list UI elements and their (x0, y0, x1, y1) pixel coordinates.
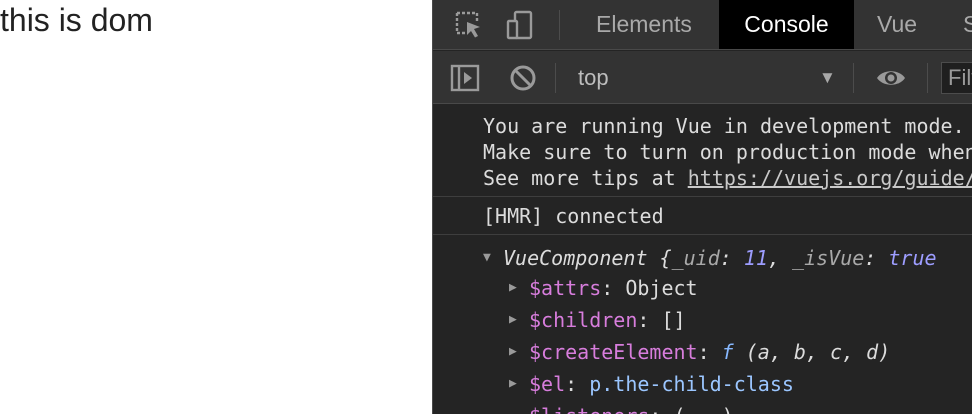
clear-console-icon[interactable] (507, 62, 539, 94)
inspect-element-icon[interactable] (453, 9, 485, 41)
filter-input[interactable] (941, 62, 972, 94)
property-value: (a, b, c, d) (745, 340, 891, 364)
triangle-right-icon[interactable]: ▶ (509, 369, 529, 399)
tab-elements[interactable]: Elements (596, 0, 692, 49)
execution-context-select[interactable]: top (578, 65, 609, 91)
triangle-right-icon[interactable]: ▶ (509, 305, 529, 335)
object-property-row[interactable]: ▶ $attrs: Object (509, 273, 698, 303)
toolbar-divider (555, 63, 556, 93)
object-property-row[interactable]: ▶ $el: p.the-child-class (509, 369, 794, 399)
object-key: _uid (671, 246, 720, 270)
tab-console[interactable]: Console (719, 0, 854, 49)
property-key: $createElement (529, 340, 698, 364)
property-key: $children (529, 308, 638, 332)
page-text: this is dom (0, 2, 153, 38)
property-value: p.the-child-class (589, 372, 794, 396)
object-value: true (888, 246, 937, 270)
property-value: Object (625, 276, 698, 300)
tab-bar-divider (559, 10, 560, 40)
triangle-right-icon[interactable]: ▶ (509, 337, 529, 367)
toolbar-divider (927, 63, 928, 93)
property-value: [] (661, 308, 686, 332)
function-marker: f (721, 340, 734, 364)
console-text: Make sure to turn on production mode whe… (483, 140, 972, 164)
console-text-prefix: See more tips at (483, 166, 688, 190)
object-key: _isVue (792, 246, 865, 270)
console-toolbar: top ▼ (433, 51, 972, 104)
property-key: $el (529, 372, 566, 396)
property-value[interactable]: (...) (674, 404, 734, 414)
console-text: [HMR] connected (483, 204, 664, 228)
show-sidebar-icon[interactable] (449, 62, 481, 94)
toolbar-divider (853, 63, 854, 93)
vue-docs-link[interactable]: https://vuejs.org/guide/deployment.html (688, 166, 972, 190)
property-key: $attrs (529, 276, 602, 300)
object-property-row[interactable]: ▶$listeners: (...) (509, 401, 734, 414)
device-toolbar-icon[interactable] (505, 9, 537, 41)
object-property-row[interactable]: ▶ $children: [] (509, 305, 686, 335)
console-message-vue-warning: You are running Vue in development mode.… (433, 105, 972, 197)
devtools-tab-bar: Elements Console Vue S (433, 0, 972, 50)
triangle-right-icon[interactable]: ▶ (509, 273, 529, 303)
devtools-panel: Elements Console Vue S top ▼ (432, 0, 972, 414)
console-message-hmr: [HMR] connected (433, 197, 972, 235)
property-key: $listeners (529, 404, 649, 414)
object-open-brace: { (647, 246, 672, 270)
chevron-down-icon[interactable]: ▼ (819, 68, 836, 88)
object-summary[interactable]: ▼ VueComponent {_uid: 11, _isVue: true (483, 243, 937, 273)
console-text: You are running Vue in development mode. (483, 114, 965, 138)
console-messages: You are running Vue in development mode.… (433, 105, 972, 414)
inspected-page: this is dom (0, 0, 432, 414)
object-value: 11 (743, 246, 768, 270)
triangle-down-icon[interactable]: ▼ (483, 243, 503, 273)
eye-icon[interactable] (875, 62, 907, 94)
console-text: See more tips at https://vuejs.org/guide… (483, 165, 972, 191)
tab-more[interactable]: S (963, 0, 972, 49)
object-property-row[interactable]: ▶ $createElement: f (a, b, c, d) (509, 337, 890, 367)
object-class-name: VueComponent (503, 246, 648, 270)
tab-vue[interactable]: Vue (877, 0, 917, 49)
